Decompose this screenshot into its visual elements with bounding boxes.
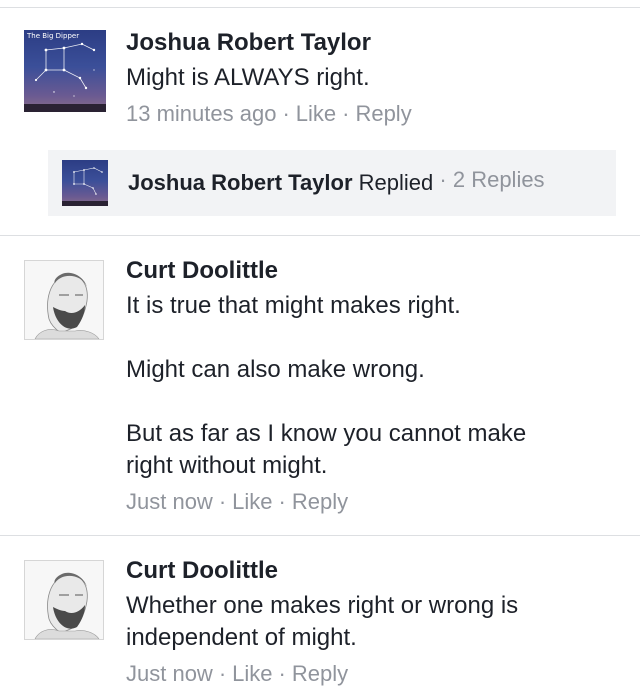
like-button[interactable]: Like <box>232 489 272 514</box>
comment: Curt Doolittle It is true that might mak… <box>0 236 640 534</box>
avatar[interactable] <box>24 260 104 340</box>
comment-text: But as far as I know you cannot make <box>126 420 527 447</box>
timestamp[interactable]: Just now <box>126 661 213 686</box>
reply-summary-text: Joshua Robert Taylor Replied · 2 Replies <box>128 167 545 196</box>
reply-summary[interactable]: Joshua Robert Taylor Replied · 2 Replies <box>48 150 616 216</box>
avatar[interactable]: The Big Dipper <box>24 30 106 112</box>
big-dipper-constellation-icon <box>62 167 108 206</box>
like-button[interactable]: Like <box>232 661 272 686</box>
comment-author[interactable]: Joshua Robert Taylor <box>126 28 371 58</box>
comment-author[interactable]: Curt Doolittle <box>126 256 278 286</box>
avatar[interactable] <box>24 560 104 640</box>
comment-text: Might is ALWAYS right. <box>126 64 370 91</box>
comment-author[interactable]: Curt Doolittle <box>126 556 278 586</box>
timestamp[interactable]: Just now <box>126 489 213 514</box>
comment: Curt Doolittle Whether one makes right o… <box>0 536 640 700</box>
reply-count-link[interactable]: · 2 Replies <box>439 167 544 192</box>
reply-action: Replied <box>358 170 434 195</box>
reply-button[interactable]: Reply <box>355 101 411 126</box>
separator: · <box>278 661 286 686</box>
sketch-portrait-icon <box>34 272 100 339</box>
timestamp[interactable]: 13 minutes ago <box>126 101 276 126</box>
comment-text: It is true that might makes right. <box>126 292 461 319</box>
comment-meta: 13 minutes ago · Like · Reply <box>126 100 412 128</box>
comment-meta: Just now · Like · Reply <box>126 488 348 516</box>
comment: The Big Dipper Joshua Robert Taylor Migh… <box>0 8 640 148</box>
comment-meta: Just now · Like · Reply <box>126 660 348 688</box>
reply-button[interactable]: Reply <box>292 489 348 514</box>
comment-text: Might can also make wrong. <box>126 356 425 383</box>
big-dipper-constellation-icon: The Big Dipper <box>24 32 106 112</box>
reply-author[interactable]: Joshua Robert Taylor <box>128 170 353 195</box>
separator: · <box>439 167 447 192</box>
comment-text: right without might. <box>126 452 328 479</box>
separator: · <box>218 661 227 686</box>
sketch-portrait-icon <box>34 572 100 639</box>
like-button[interactable]: Like <box>296 101 336 126</box>
comment-text: Whether one makes right or wrong is <box>126 592 519 619</box>
reply-count[interactable]: 2 Replies <box>453 167 545 192</box>
separator: · <box>278 489 286 514</box>
reply-avatar <box>62 160 108 206</box>
separator: · <box>282 101 290 126</box>
separator: · <box>218 489 227 514</box>
separator: · <box>342 101 350 126</box>
reply-button[interactable]: Reply <box>292 661 348 686</box>
avatar-caption: The Big Dipper <box>26 32 79 40</box>
comment-text: independent of might. <box>126 624 357 651</box>
